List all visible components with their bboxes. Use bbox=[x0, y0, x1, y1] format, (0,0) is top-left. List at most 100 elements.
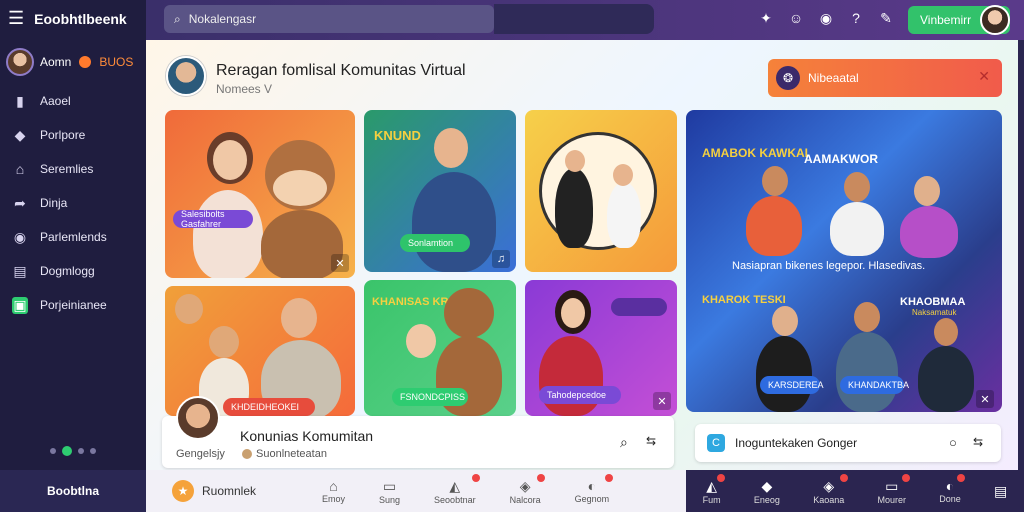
bottom-nav-label: Nalcora bbox=[509, 494, 541, 505]
card-banner2: AAMAKWOR bbox=[804, 152, 878, 166]
community-meta2: Suonlneteatan bbox=[242, 448, 327, 460]
bottom-nav-item[interactable]: ◭ Seoobtnar bbox=[434, 473, 480, 505]
share-icon: ➦ bbox=[14, 194, 26, 211]
community-info-card[interactable]: Konunias Komumitan Gengelsjy Suonlneteat… bbox=[162, 396, 674, 468]
media-card[interactable]: Tahodepcedoe ✕ bbox=[525, 280, 677, 416]
chat-icon: C bbox=[707, 434, 725, 452]
community-meta: Gengelsjy bbox=[176, 448, 225, 460]
sidebar-item-parlemlends[interactable]: ◉ Parlemlends bbox=[0, 220, 146, 254]
search-input[interactable]: ⌕ Nokalengasr bbox=[164, 5, 494, 33]
notification-text: Nibeaatal bbox=[808, 71, 859, 85]
pager-dot-active[interactable] bbox=[62, 446, 72, 456]
bottom-nav-label: Sung bbox=[379, 494, 401, 505]
profile-badge: BUOS bbox=[99, 55, 134, 69]
circle-icon[interactable]: ○ bbox=[949, 435, 957, 450]
main-content: Reragan fomlisal Komunitas Virtual Nomee… bbox=[146, 40, 1018, 470]
bottom-nav-item[interactable]: ▤ bbox=[994, 483, 1007, 500]
chat-info-card[interactable]: C Inoguntekaken Gonger ○ ⇆ bbox=[695, 424, 1001, 462]
close-icon[interactable]: ✕ bbox=[331, 254, 349, 272]
sidebar-footer[interactable]: Boobtlna bbox=[0, 470, 146, 512]
notification-badge bbox=[840, 473, 849, 482]
bottom-nav-label: Fum bbox=[702, 494, 721, 505]
sidebar-item-aaoel[interactable]: ▮ Aaoel bbox=[0, 84, 146, 118]
bottom-nav-item[interactable]: ◐ Done bbox=[939, 474, 965, 504]
sidebar-item-dogmlogg[interactable]: ▤ Dogmlogg bbox=[0, 254, 146, 288]
community-title: Konunias Komumitan bbox=[240, 428, 374, 444]
bottom-nav-item[interactable]: ⌂ Emoy bbox=[322, 478, 345, 505]
media-card[interactable] bbox=[525, 110, 677, 272]
notification-badge bbox=[605, 473, 614, 482]
card-pill: Sonlamtion bbox=[400, 234, 470, 252]
bottom-nav-label: Seoobtnar bbox=[434, 494, 476, 505]
puzzle-icon[interactable]: ✦ bbox=[758, 10, 774, 26]
sidebar-item-dinja[interactable]: ➦ Dinja bbox=[0, 186, 146, 220]
pager-dot[interactable] bbox=[50, 448, 56, 454]
share-icon[interactable]: ⇆ bbox=[646, 434, 656, 448]
notification-badge bbox=[536, 473, 545, 482]
user-avatar[interactable] bbox=[980, 5, 1010, 35]
bottom-nav-item[interactable]: ▭ Sung bbox=[379, 478, 400, 505]
page-title: Reragan fomlisal Komunitas Virtual bbox=[216, 62, 466, 79]
bottom-nav-item[interactable]: ◆ Eneog bbox=[754, 478, 780, 505]
primary-nav-item[interactable]: ★ Ruomnlek bbox=[172, 480, 322, 502]
profile-name: Aomn bbox=[40, 55, 72, 69]
help-icon[interactable]: ? bbox=[848, 10, 864, 26]
chat-icon: ▣ bbox=[12, 296, 28, 314]
card-pill: KHANDAKTBA bbox=[840, 376, 909, 394]
bottom-nav-label: Emoy bbox=[322, 493, 346, 504]
page-subtitle: Nomees V bbox=[216, 82, 273, 96]
community-meta2-text: Suonlneteatan bbox=[256, 448, 327, 460]
profile-icon: ◐ bbox=[587, 477, 597, 494]
smile-icon[interactable]: ☺ bbox=[788, 10, 804, 26]
record-icon: ◉ bbox=[13, 228, 27, 245]
pager-dots[interactable] bbox=[50, 446, 96, 456]
bottom-nav-item[interactable]: ◭ Fum bbox=[702, 473, 725, 505]
bottom-nav-item[interactable]: ◈ Kaoana bbox=[813, 473, 849, 505]
eye-icon[interactable]: ◉ bbox=[818, 10, 834, 26]
bottom-nav-label: Mourer bbox=[877, 494, 906, 505]
app-title: Eoobhtlbeenk bbox=[34, 10, 127, 27]
community-avatar bbox=[166, 56, 206, 96]
gamepad-icon: ◈ bbox=[823, 477, 835, 494]
home-icon: ⌂ bbox=[15, 161, 25, 177]
sidebar-item-seremlies[interactable]: ⌂ Seremlies bbox=[0, 152, 146, 186]
bottom-nav-items: ⌂ Emoy ▭ Sung ◭ Seoobtnar ◈ Nalcora ◐ Gegnom bbox=[322, 473, 614, 505]
group-icon: ◭ bbox=[449, 477, 461, 494]
tools-icon[interactable]: ✎ bbox=[878, 10, 894, 26]
user-profile[interactable]: Aomn BUOS bbox=[6, 48, 133, 76]
menu-icon[interactable]: ☰ bbox=[8, 8, 24, 29]
close-icon[interactable]: ✕ bbox=[653, 392, 671, 410]
media-card[interactable]: Salesibolts Gasfahrer ✕ bbox=[165, 110, 355, 278]
search-icon: ⌕ bbox=[174, 11, 181, 26]
topbar: ⌕ Nokalengasr ✦ ☺ ◉ ? ✎ Vinbemirr bbox=[146, 0, 1024, 40]
featured-card[interactable]: AMABOK KAWKAI AAMAKWOR Nasiapran bikenes… bbox=[686, 110, 1002, 412]
bottom-nav-right: ◭ Fum ◆ Eneog ◈ Kaoana ▭ Mourer ◐ Done ▤ bbox=[686, 470, 1024, 512]
pager-dot[interactable] bbox=[78, 448, 84, 454]
primary-nav-label: Ruomnlek bbox=[202, 484, 257, 498]
bottom-nav-item[interactable]: ◈ Nalcora bbox=[509, 473, 545, 505]
user-icon: ◐ bbox=[945, 478, 955, 494]
bottom-nav-item[interactable]: ◐ Gegnom bbox=[575, 473, 614, 505]
search-icon[interactable]: ⌕ bbox=[620, 434, 628, 451]
sidebar-item-porjeinianee[interactable]: ▣ Porjeinianee bbox=[0, 288, 146, 322]
gamepad-icon: ◈ bbox=[519, 477, 531, 494]
close-icon[interactable]: ✕ bbox=[978, 68, 990, 85]
star-icon: ★ bbox=[172, 480, 194, 502]
share-icon[interactable]: ⇆ bbox=[973, 435, 983, 449]
sidebar-item-porlpore[interactable]: ◆ Porlpore bbox=[0, 118, 146, 152]
search-extension bbox=[494, 4, 654, 34]
music-icon[interactable]: ♫ bbox=[492, 250, 510, 268]
bottom-nav-item[interactable]: ▭ Mourer bbox=[877, 473, 910, 505]
user-icon bbox=[242, 449, 252, 459]
bookmark-icon: ▮ bbox=[16, 92, 24, 109]
sidebar-item-label: Parlemlends bbox=[40, 230, 107, 244]
sidebar-item-label: Porjeinianee bbox=[40, 298, 107, 312]
bottom-nav: ★ Ruomnlek ⌂ Emoy ▭ Sung ◭ Seoobtnar ◈ Nalco… bbox=[146, 470, 686, 512]
close-icon[interactable]: ✕ bbox=[976, 390, 994, 408]
media-card[interactable]: KHANISAS KRASS FSNONDCPISS bbox=[364, 280, 516, 416]
notification-banner[interactable]: ❂ Nibeaatal ✕ bbox=[768, 59, 1002, 97]
notification-badge bbox=[902, 473, 910, 482]
media-card[interactable]: KNUND Sonlamtion ♫ bbox=[364, 110, 516, 272]
pager-dot[interactable] bbox=[90, 448, 96, 454]
home-icon: ⌂ bbox=[329, 477, 338, 494]
